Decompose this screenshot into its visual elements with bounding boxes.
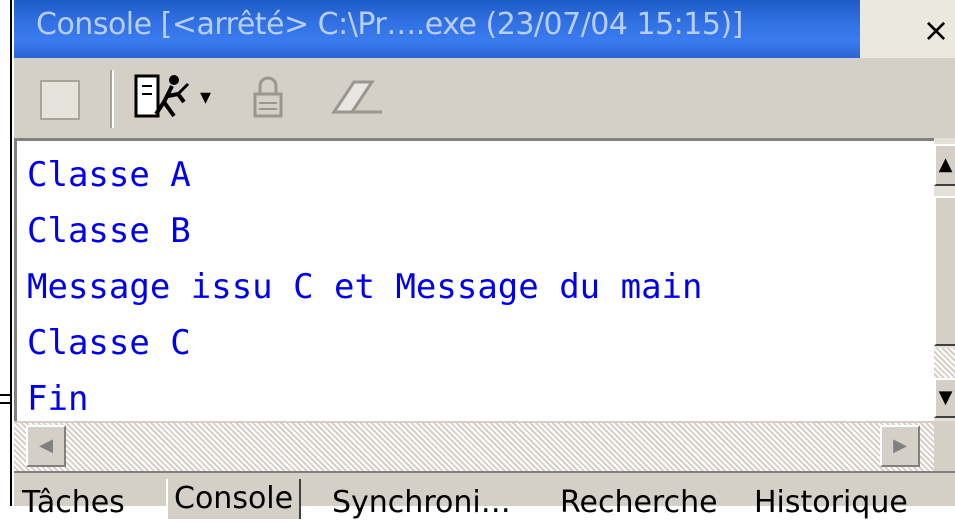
tab-taches[interactable]: Tâches	[22, 483, 125, 523]
console-line: Classe B	[27, 211, 191, 251]
eraser-icon[interactable]	[328, 76, 388, 120]
terminate-button[interactable]	[40, 80, 80, 120]
horizontal-scrollbar[interactable]: ◀ ▶	[14, 421, 934, 471]
console-view: Console [<arrêté> C:\Pr….exe (23/07/04 1…	[14, 0, 955, 520]
console-line: Message issu C et Message du main	[27, 267, 703, 307]
left-marker-top	[0, 394, 10, 396]
title-bar-active: Console [<arrêté> C:\Pr….exe (23/07/04 1…	[14, 0, 860, 58]
left-border	[10, 0, 12, 506]
tab-synchronisation[interactable]: Synchroni…	[332, 483, 511, 523]
lock-icon[interactable]	[250, 76, 286, 120]
scroll-down-button[interactable]: ▼	[934, 378, 955, 418]
vertical-scrollbar[interactable]: ▲ ▼	[934, 138, 955, 421]
chevron-down-icon[interactable]: ▾	[200, 87, 220, 109]
run-icon[interactable]	[134, 72, 194, 122]
tab-recherche[interactable]: Recherche	[560, 483, 718, 523]
console-line: Fin	[27, 379, 89, 419]
vertical-scroll-thumb[interactable]	[934, 196, 955, 346]
tab-historique[interactable]: Historique	[754, 483, 908, 523]
vertical-scroll-track[interactable]	[934, 348, 955, 378]
view-tab-bar: Tâches Console Synchroni… Recherche Hist…	[14, 471, 955, 520]
console-output[interactable]: Classe A Classe B Message issu C et Messag…	[14, 138, 934, 421]
scroll-up-button[interactable]: ▲	[934, 144, 955, 186]
close-button[interactable]: ×	[917, 10, 955, 50]
title-bar: Console [<arrêté> C:\Pr….exe (23/07/04 1…	[14, 0, 955, 58]
scrollbar-corner	[934, 421, 955, 471]
console-line: Classe A	[27, 155, 191, 195]
left-marker-bottom	[0, 402, 10, 404]
console-text: Classe A Classe B Message issu C et Messag…	[27, 147, 703, 427]
scroll-right-button[interactable]: ▶	[880, 425, 920, 467]
console-line: Classe C	[27, 323, 191, 363]
scroll-left-button[interactable]: ◀	[26, 425, 66, 467]
toolbar-separator	[110, 70, 114, 128]
tab-console[interactable]: Console	[166, 479, 302, 519]
window-title: Console [<arrêté> C:\Pr….exe (23/07/04 1…	[36, 7, 743, 42]
toolbar: ▾	[14, 58, 955, 138]
